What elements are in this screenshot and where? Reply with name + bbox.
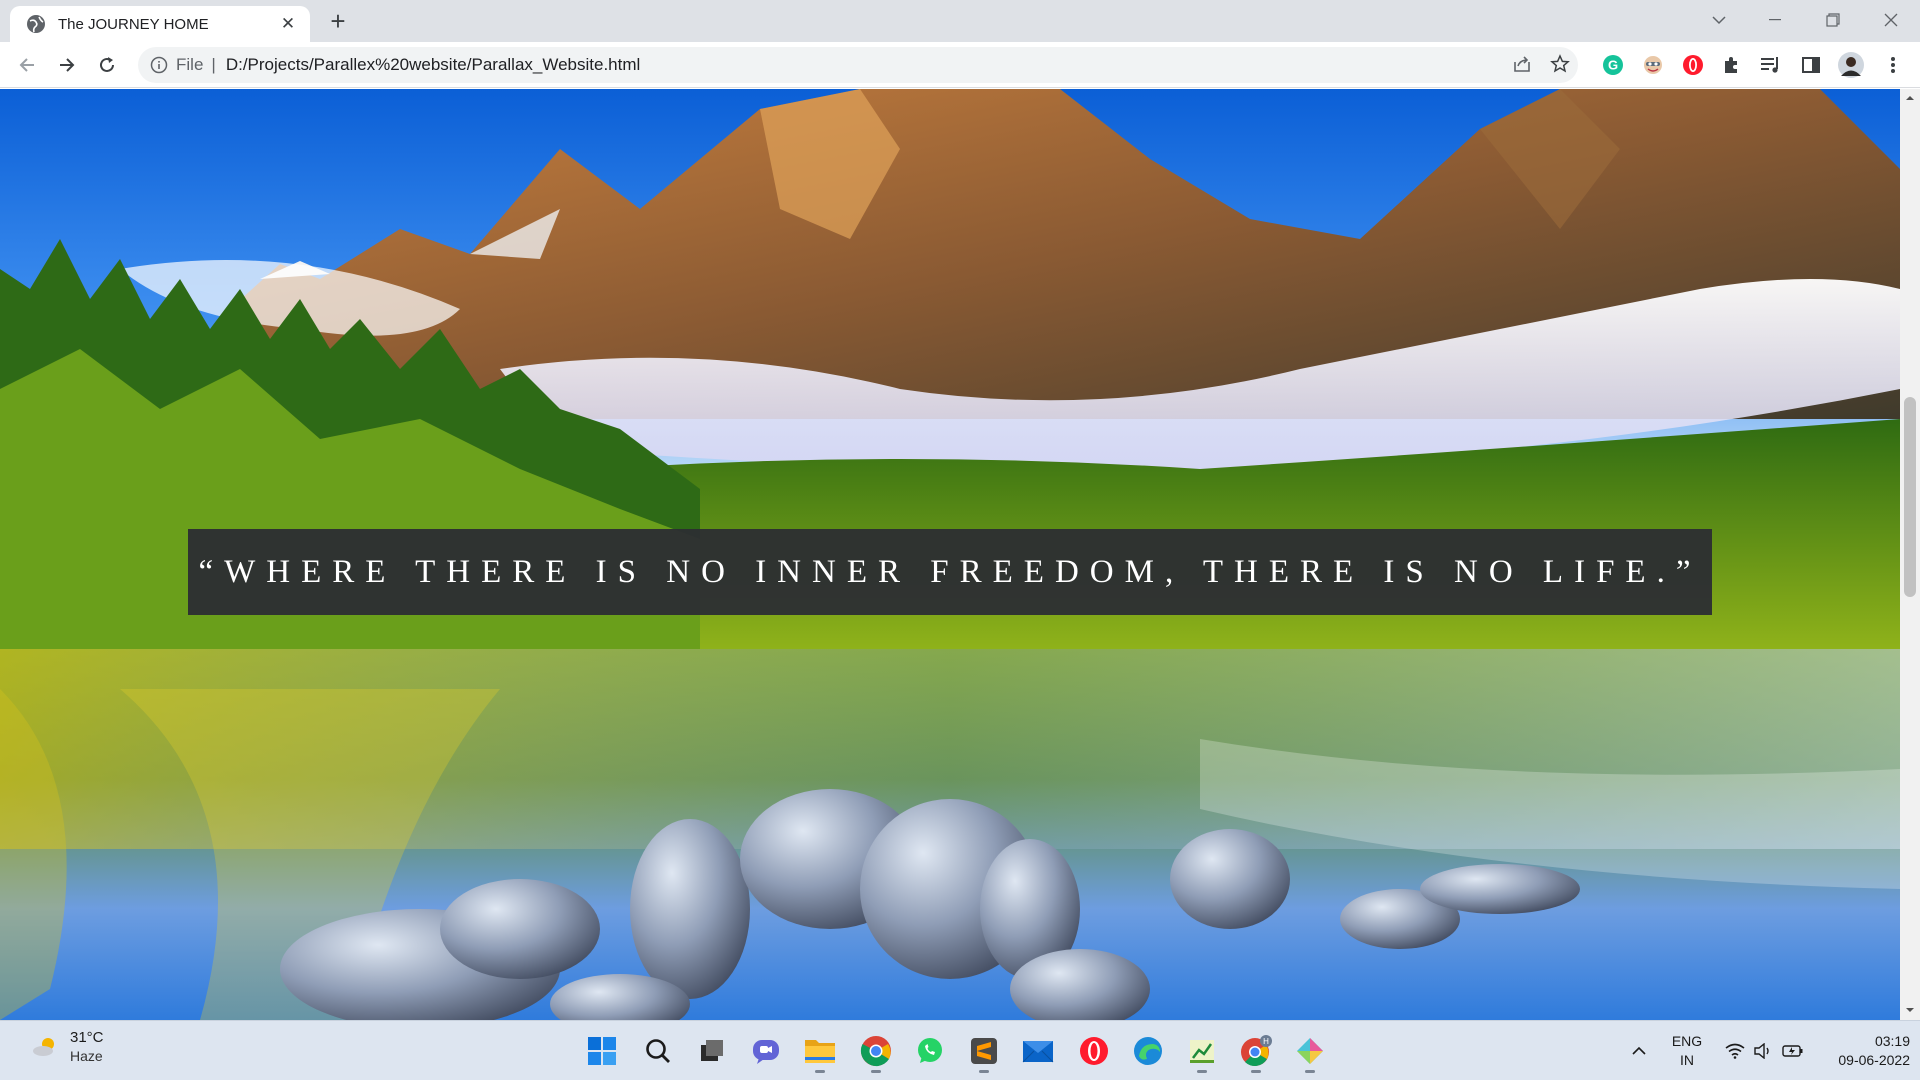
address-bar[interactable]: File | D:/Projects/Parallex%20website/Pa… [138, 47, 1578, 83]
reading-list-icon[interactable] [1756, 50, 1786, 80]
windows-taskbar: 31°C Haze H ENG IN 03:19 09-06-2022 [0, 1020, 1920, 1080]
page-viewport: “WHERE THERE IS NO INNER FREEDOM, THERE … [0, 89, 1900, 1020]
restore-button[interactable] [1810, 0, 1856, 40]
puzzle-icon[interactable] [1716, 50, 1746, 80]
extension-avatar-icon[interactable] [1638, 50, 1668, 80]
region-code: IN [1680, 1052, 1694, 1068]
weather-description: Haze [70, 1048, 103, 1064]
scroll-down-icon[interactable] [1905, 1005, 1915, 1015]
scroll-up-icon[interactable] [1905, 93, 1915, 103]
url-separator: | [211, 55, 216, 74]
haze-weather-icon [33, 1038, 54, 1056]
browser-tab[interactable]: The JOURNEY HOME ✕ [10, 6, 310, 42]
weather-temperature: 31°C [70, 1029, 104, 1046]
file-explorer-icon[interactable] [800, 1031, 840, 1073]
edge-icon[interactable] [1128, 1031, 1168, 1071]
profile-avatar-icon[interactable] [1836, 50, 1866, 80]
task-view-icon[interactable] [692, 1031, 732, 1071]
grammarly-icon[interactable]: G [1598, 50, 1628, 80]
svg-text:H: H [1263, 1037, 1269, 1046]
sidepanel-icon[interactable] [1796, 50, 1826, 80]
search-icon[interactable] [638, 1031, 678, 1071]
tab-close-icon[interactable]: ✕ [278, 14, 298, 34]
language-indicator[interactable]: ENG IN [1664, 1021, 1710, 1081]
sublime-text-icon[interactable] [964, 1031, 1004, 1073]
svg-text:G: G [1608, 58, 1618, 73]
tab-title: The JOURNEY HOME [58, 15, 209, 33]
share-icon[interactable] [1508, 50, 1536, 78]
forward-icon[interactable] [52, 50, 82, 80]
weather-widget[interactable]: 31°C Haze [30, 1029, 104, 1065]
mail-icon[interactable] [1018, 1031, 1058, 1071]
clock-date: 09-06-2022 [1838, 1052, 1910, 1068]
quote-banner: “WHERE THERE IS NO INNER FREEDOM, THERE … [188, 529, 1712, 615]
reload-icon[interactable] [92, 50, 122, 80]
teams-chat-icon[interactable] [746, 1031, 786, 1071]
whatsapp-icon[interactable] [910, 1031, 950, 1071]
battery-icon[interactable] [1778, 1021, 1808, 1081]
language-code: ENG [1671, 1033, 1703, 1049]
menu-dots-icon[interactable] [1878, 50, 1908, 80]
page-scrollbar[interactable] [1900, 89, 1920, 1020]
chrome-profile-icon[interactable]: H [1236, 1031, 1276, 1073]
clock[interactable]: 03:19 09-06-2022 [1814, 1021, 1910, 1081]
wifi-icon[interactable] [1720, 1021, 1750, 1081]
star-icon[interactable] [1546, 50, 1574, 78]
spreadsheet-app-icon[interactable] [1182, 1031, 1222, 1073]
url-scheme: File [176, 55, 204, 74]
quote-text: “WHERE THERE IS NO INNER FREEDOM, THERE … [198, 553, 1702, 590]
git-app-icon[interactable] [1290, 1031, 1330, 1073]
browser-toolbar: File | D:/Projects/Parallex%20website/Pa… [0, 42, 1920, 88]
new-tab-button[interactable]: + [324, 8, 352, 36]
scrollbar-thumb[interactable] [1904, 397, 1916, 597]
minimize-button[interactable] [1752, 0, 1798, 40]
clock-time: 03:19 [1874, 1033, 1910, 1049]
info-icon[interactable] [150, 56, 168, 74]
close-window-button[interactable] [1868, 0, 1914, 40]
back-icon[interactable] [12, 50, 42, 80]
volume-icon[interactable] [1748, 1021, 1778, 1081]
windows-start-icon[interactable] [582, 1031, 622, 1071]
opera-icon[interactable] [1074, 1031, 1114, 1071]
globe-icon [27, 15, 45, 33]
url-text[interactable]: D:/Projects/Parallex%20website/Parallax_… [226, 55, 640, 75]
show-hidden-icons-chevron-icon[interactable] [1624, 1021, 1654, 1081]
tab-search-icon[interactable] [1696, 0, 1742, 40]
chrome-icon[interactable] [856, 1031, 896, 1073]
opera-extension-icon[interactable] [1678, 50, 1708, 80]
tab-strip: The JOURNEY HOME ✕ + [0, 0, 1920, 42]
